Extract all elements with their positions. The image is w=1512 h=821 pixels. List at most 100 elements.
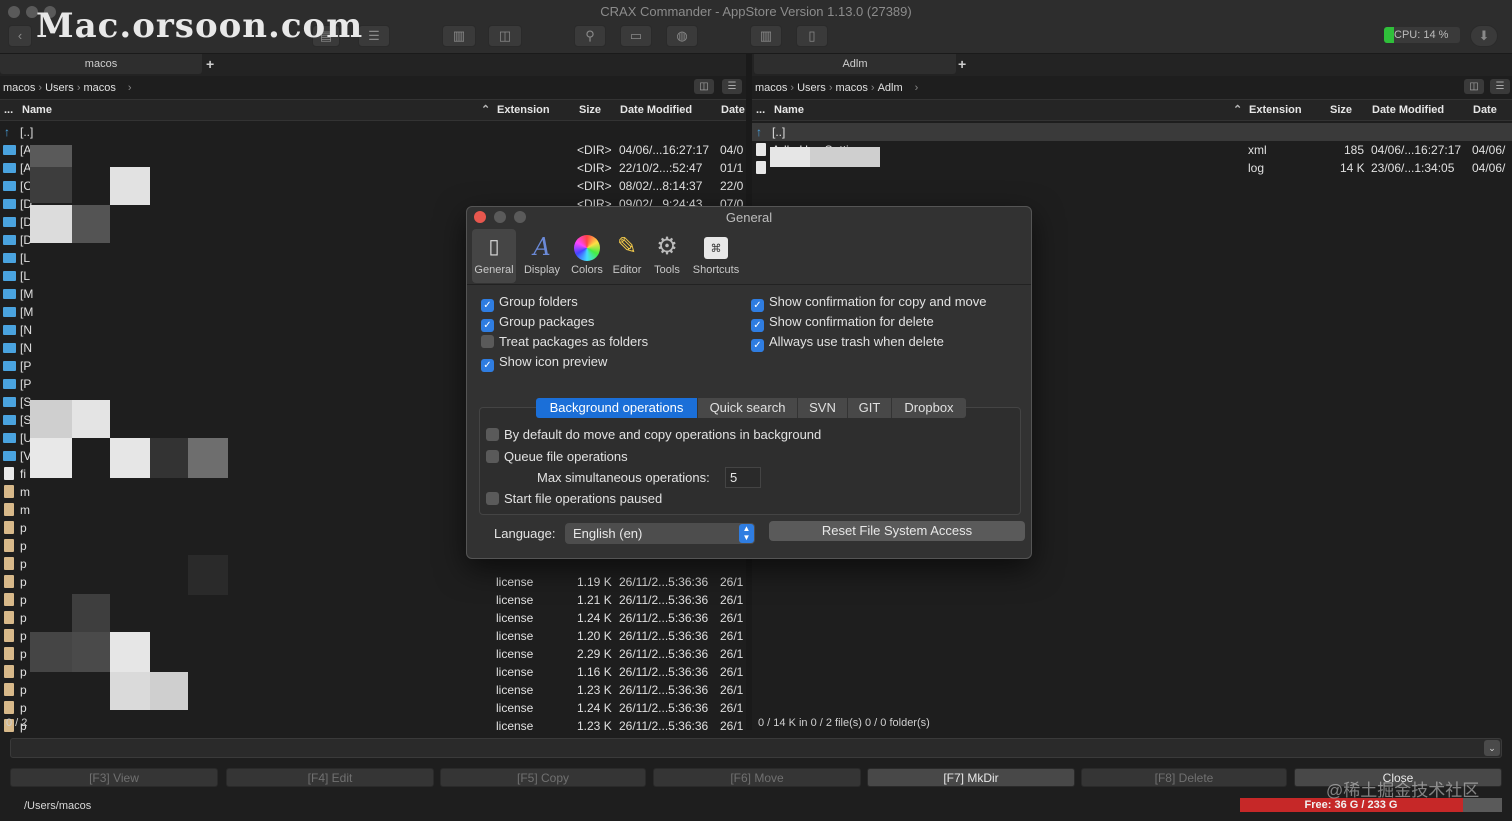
parent-dir-row[interactable]: ↑ [..] <box>0 123 746 141</box>
left-crumb[interactable]: macos <box>83 82 115 94</box>
col-date-modified[interactable]: Date Modified <box>620 100 692 120</box>
right-tab[interactable]: Adlm <box>754 54 956 74</box>
file-name: p <box>20 521 27 535</box>
reset-file-system-access-button[interactable]: Reset File System Access <box>769 521 1025 541</box>
folder-row[interactable]: [A <DIR> 04/06/...16:27:17 04/0 <box>0 141 746 159</box>
max-ops-input[interactable]: 5 <box>725 467 761 488</box>
col-name[interactable]: Name <box>22 100 52 120</box>
download-icon[interactable]: ⬇ <box>1470 25 1498 47</box>
language-select[interactable]: English (en) <box>565 523 755 544</box>
confirm-delete-checkbox[interactable]: ✓ Show confirmation for delete <box>751 313 934 332</box>
pref-tab-shortcuts[interactable]: ⌘ Shortcuts <box>689 229 743 283</box>
queue-ops-checkbox[interactable]: Queue file operations <box>486 448 628 466</box>
sort-asc-icon: ⌃ <box>481 104 491 116</box>
tab-git[interactable]: GIT <box>848 398 892 418</box>
col-date[interactable]: Date <box>721 100 745 120</box>
file-name: [L <box>20 269 31 283</box>
file-name: p <box>20 683 27 697</box>
tab-background-operations[interactable]: Background operations <box>536 398 698 418</box>
left-crumb[interactable]: Users <box>45 82 74 94</box>
pref-tab-display[interactable]: A Display <box>520 229 564 283</box>
start-paused-checkbox[interactable]: Start file operations paused <box>486 490 662 508</box>
right-crumb[interactable]: Users <box>797 82 826 94</box>
background-ops-checkbox[interactable]: By default do move and copy operations i… <box>486 426 821 444</box>
tab-quick-search[interactable]: Quick search <box>698 398 798 418</box>
clipboard-icon[interactable]: ▯ <box>796 25 828 47</box>
right-crumb[interactable]: macos <box>755 82 787 94</box>
command-line-input[interactable] <box>10 738 1502 758</box>
f7-mkdir-button[interactable]: [F7] MkDir <box>867 768 1075 787</box>
tab-dropbox[interactable]: Dropbox <box>892 398 966 418</box>
confirm-copy-move-checkbox[interactable]: ✓ Show confirmation for copy and move <box>751 293 987 312</box>
col-dots[interactable]: ... <box>756 100 765 120</box>
use-trash-checkbox[interactable]: ✓ Allways use trash when delete <box>751 333 944 352</box>
right-crumb[interactable]: Adlm <box>878 82 903 94</box>
close-window-button[interactable] <box>8 6 20 18</box>
dual-panel-toggle-button[interactable]: ◫ <box>488 25 522 47</box>
group-folders-checkbox[interactable]: ✓ Group folders <box>481 293 578 312</box>
f8-delete-button[interactable]: [F8] Delete <box>1081 768 1287 787</box>
parent-dir-row[interactable]: ↑ [..] <box>752 123 1512 141</box>
treat-packages-checkbox[interactable]: Treat packages as folders <box>481 333 648 351</box>
search-icon[interactable]: ⚲ <box>574 25 606 47</box>
file-row[interactable]: p license 1.24 K 26/11/2...5:36:36 26/1 <box>0 609 746 627</box>
tab-svn[interactable]: SVN <box>798 398 848 418</box>
col-extension[interactable]: Extension <box>497 100 550 120</box>
chevron-down-icon[interactable]: ⌄ <box>1484 740 1500 756</box>
left-tab[interactable]: macos <box>0 54 202 74</box>
show-icon-preview-checkbox[interactable]: ✓ Show icon preview <box>481 353 607 372</box>
left-crumb[interactable]: macos <box>3 82 35 94</box>
file-row[interactable]: p license 1.21 K 26/11/2...5:36:36 26/1 <box>0 591 746 609</box>
network-icon[interactable]: ◍ <box>666 25 698 47</box>
left-add-tab-button[interactable]: + <box>206 56 214 72</box>
col-size[interactable]: Size <box>1330 100 1352 120</box>
drive-icon[interactable]: ▭ <box>620 25 652 47</box>
f4-edit-button[interactable]: [F4] Edit <box>226 768 434 787</box>
dialog-zoom-button[interactable] <box>514 211 526 223</box>
updown-arrows-icon[interactable]: ▲ ▼ <box>739 524 754 543</box>
f6-move-button[interactable]: [F6] Move <box>653 768 861 787</box>
file-row[interactable]: p license 1.19 K 26/11/2...5:36:36 26/1 <box>0 573 746 591</box>
pref-tab-general[interactable]: ▯ General <box>472 229 516 283</box>
f5-copy-button[interactable]: [F5] Copy <box>440 768 646 787</box>
file-date2: 26/1 <box>720 575 744 589</box>
pref-tab-editor[interactable]: ✎ Editor <box>608 229 646 283</box>
pref-tab-colors[interactable]: Colors <box>566 229 608 283</box>
left-thumb-view-button[interactable]: ◫ <box>694 79 714 94</box>
right-add-tab-button[interactable]: + <box>958 56 966 72</box>
file-name: [M <box>20 305 34 319</box>
dialog-title: General <box>725 210 773 225</box>
left-panel-toggle-button[interactable]: ▥ <box>442 25 476 47</box>
file-ext: license <box>496 719 534 733</box>
col-size[interactable]: Size <box>579 100 601 120</box>
file-date2: 26/1 <box>720 593 744 607</box>
file-row[interactable]: p license 1.23 K 26/11/2...5:36:36 26/1 <box>0 717 746 735</box>
left-list-view-button[interactable]: ☰ <box>722 79 742 94</box>
col-dots[interactable]: ... <box>4 100 13 120</box>
f3-view-button[interactable]: [F3] View <box>10 768 218 787</box>
file-name: p <box>20 629 27 643</box>
file-ext: license <box>496 701 534 715</box>
file-name: p <box>20 593 27 607</box>
col-name[interactable]: Name <box>774 100 804 120</box>
group-packages-checkbox[interactable]: ✓ Group packages <box>481 313 594 332</box>
pixelation-block <box>810 147 880 167</box>
file-date2: 26/1 <box>720 719 744 733</box>
right-thumb-view-button[interactable]: ◫ <box>1464 79 1484 94</box>
file-icon <box>4 467 14 480</box>
empty-checkbox-icon <box>486 492 499 505</box>
package-icon <box>4 629 14 642</box>
back-button[interactable]: ‹ <box>8 25 32 47</box>
file-date: 04/06/...16:27:17 <box>1371 143 1462 157</box>
dialog-minimize-button[interactable] <box>494 211 506 223</box>
pixelation-block <box>30 632 72 672</box>
trash-icon[interactable]: ▥ <box>750 25 782 47</box>
right-crumb[interactable]: macos <box>835 82 867 94</box>
pref-tab-tools[interactable]: ⚙ Tools <box>648 229 686 283</box>
right-list-view-button[interactable]: ☰ <box>1490 79 1510 94</box>
col-date-modified[interactable]: Date Modified <box>1372 100 1444 120</box>
folder-icon <box>3 163 16 173</box>
col-extension[interactable]: Extension <box>1249 100 1302 120</box>
folder-icon <box>3 361 16 371</box>
dialog-close-button[interactable] <box>474 211 486 223</box>
